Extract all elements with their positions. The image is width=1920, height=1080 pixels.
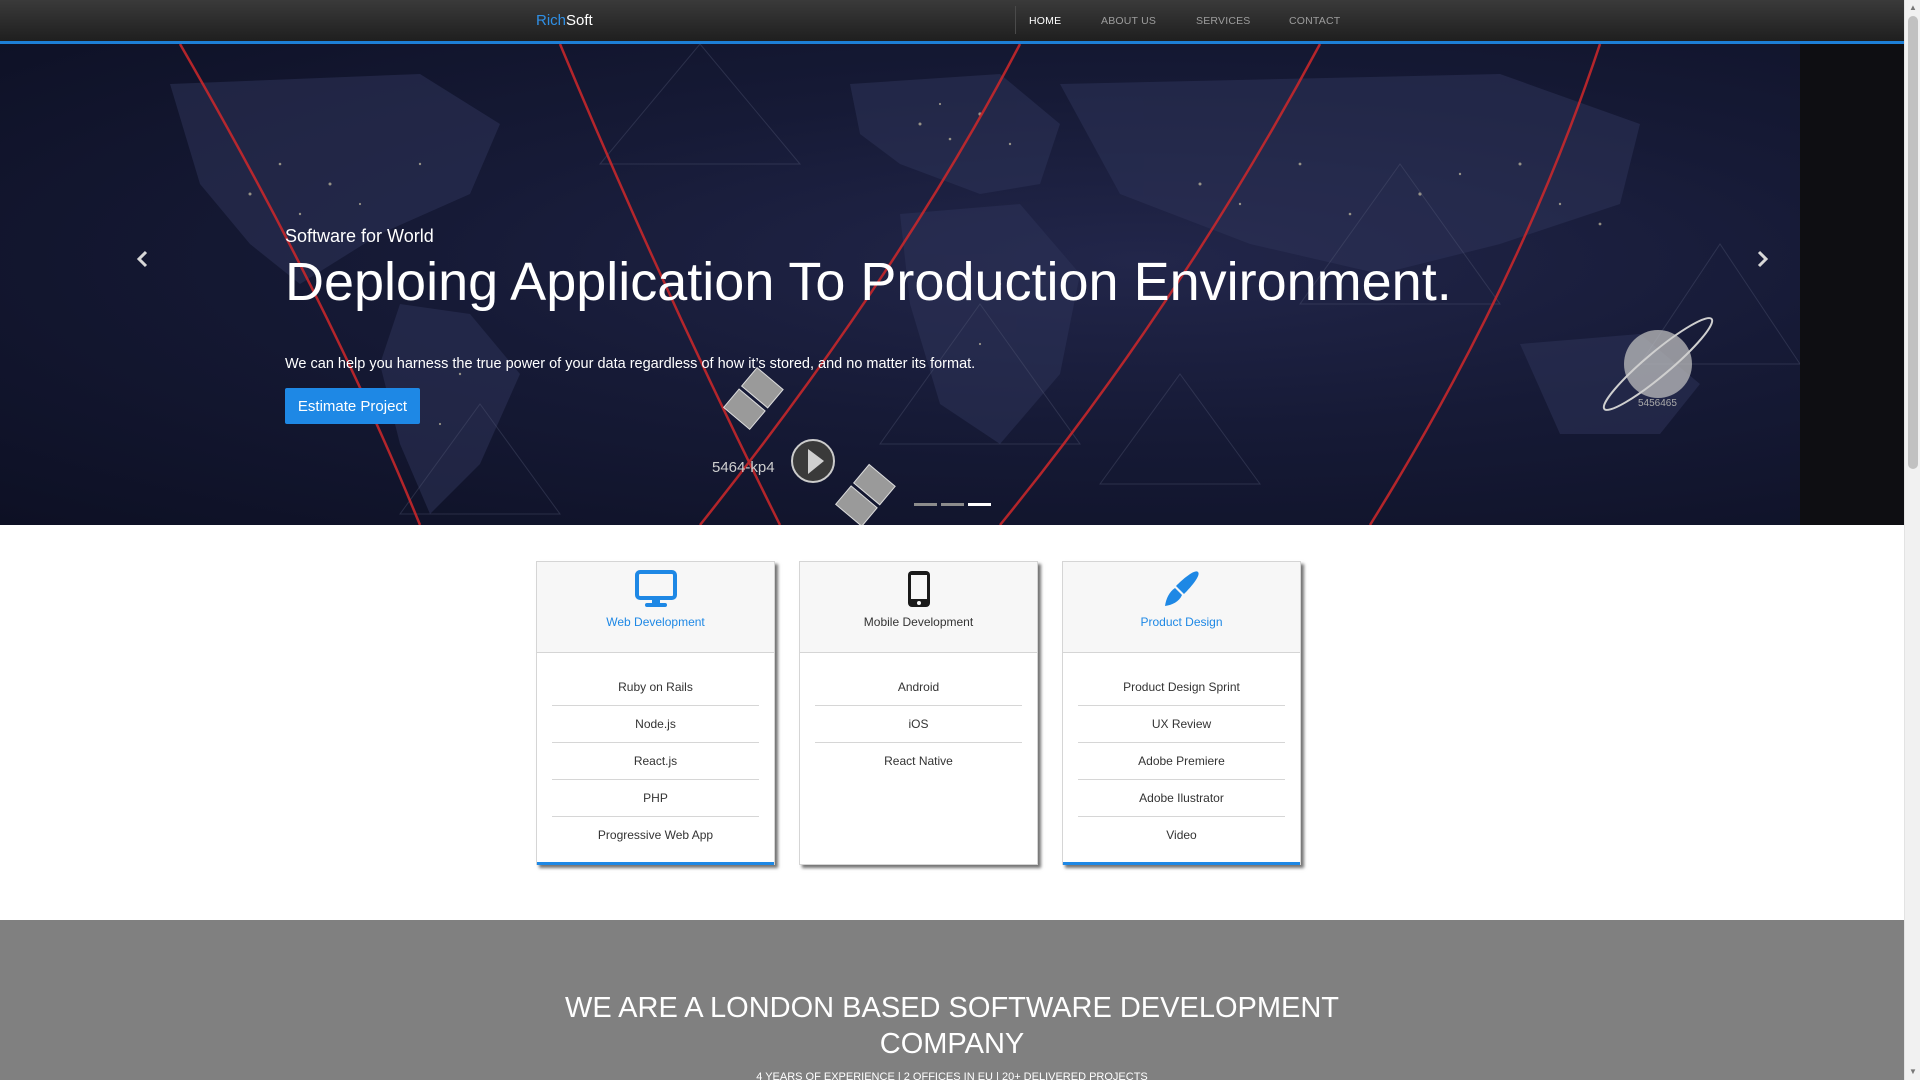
list-item: Progressive Web App	[597, 828, 714, 842]
card-accent-bar	[1063, 862, 1300, 865]
about-section: WE ARE A LONDON BASED SOFTWARE DEVELOPME…	[0, 920, 1904, 1080]
about-subtitle: 4 YEARS OF EXPERIENCE | 2 OFFICES IN EU …	[756, 1071, 1148, 1080]
navbar: RichSoft HOME ABOUT US SERVICES CONTACT	[0, 0, 1904, 44]
satellite-label-2: 5456465	[1638, 398, 1677, 409]
card-accent-bar	[537, 862, 774, 865]
desktop-icon	[634, 570, 677, 613]
list-item: React Native	[884, 754, 953, 768]
hero-title: Deploing Application To Production Envir…	[285, 252, 1452, 312]
nav-link-contact[interactable]: CONTACT	[1289, 15, 1340, 27]
hero-description: We can help you harness the true power o…	[285, 356, 976, 372]
chevron-left-icon[interactable]	[130, 250, 154, 272]
carousel-indicators	[914, 503, 991, 506]
list-item: Adobe Ilustrator	[1078, 780, 1285, 817]
satellite-graphic	[722, 366, 896, 525]
list-item: Product Design Sprint	[1078, 669, 1285, 706]
card-title[interactable]: Web Development	[537, 615, 774, 629]
nav-link-about-us[interactable]: ABOUT US	[1101, 15, 1156, 27]
list-item: Node.js	[552, 706, 759, 743]
hero-right-edge	[1800, 44, 1904, 525]
brand-logo[interactable]: RichSoft	[536, 12, 593, 29]
list-item: Video	[1166, 828, 1197, 842]
card-header: Product Design	[1063, 562, 1300, 653]
service-list: Android iOS React Native	[800, 653, 1037, 780]
mobile-icon	[906, 570, 932, 613]
card-title[interactable]: Mobile Development	[800, 615, 1037, 629]
list-item: PHP	[552, 780, 759, 817]
card-header: Mobile Development	[800, 562, 1037, 653]
about-title: WE ARE A LONDON BASED SOFTWARE DEVELOPME…	[564, 992, 1340, 1060]
scroll-down-icon[interactable]: ▼	[1905, 1064, 1920, 1080]
carousel-indicator-2[interactable]	[941, 503, 964, 506]
service-list: Product Design Sprint UX Review Adobe Pr…	[1063, 653, 1300, 854]
chevron-right-icon[interactable]	[1751, 250, 1775, 272]
service-card-web-development: Web Development Ruby on Rails Node.js Re…	[536, 561, 775, 865]
service-list: Ruby on Rails Node.js React.js PHP Progr…	[537, 653, 774, 854]
hero-carousel: 5464-kp4 5456465 Software for World Depl…	[0, 44, 1904, 525]
estimate-project-button[interactable]: Estimate Project	[285, 388, 420, 424]
list-item: iOS	[815, 706, 1022, 743]
brand-part-rich: Rich	[536, 12, 567, 29]
scrollbar-thumb[interactable]	[1908, 16, 1918, 469]
list-item: React.js	[552, 743, 759, 780]
services-section: Web Development Ruby on Rails Node.js Re…	[0, 525, 1904, 920]
list-item: Android	[815, 669, 1022, 706]
carousel-indicator-3[interactable]	[968, 503, 991, 506]
card-header: Web Development	[537, 562, 774, 653]
nav-link-services[interactable]: SERVICES	[1196, 15, 1251, 27]
nav-divider	[1015, 6, 1016, 34]
nav-link-home[interactable]: HOME	[1029, 15, 1061, 27]
carousel-indicator-1[interactable]	[914, 503, 937, 506]
list-item: UX Review	[1078, 706, 1285, 743]
page-scrollbar[interactable]: ▲ ▼	[1904, 0, 1920, 1080]
brand-part-soft: Soft	[566, 12, 593, 29]
pen-icon	[1162, 570, 1202, 613]
satellite-label-1: 5464-kp4	[712, 459, 775, 476]
scroll-up-icon[interactable]: ▲	[1905, 0, 1920, 16]
list-item: Ruby on Rails	[552, 669, 759, 706]
hero-subtitle: Software for World	[285, 226, 434, 246]
list-item: Adobe Premiere	[1078, 743, 1285, 780]
card-title[interactable]: Product Design	[1063, 615, 1300, 629]
service-card-product-design: Product Design Product Design Sprint UX …	[1062, 561, 1301, 865]
service-card-mobile-development: Mobile Development Android iOS React Nat…	[799, 561, 1038, 865]
